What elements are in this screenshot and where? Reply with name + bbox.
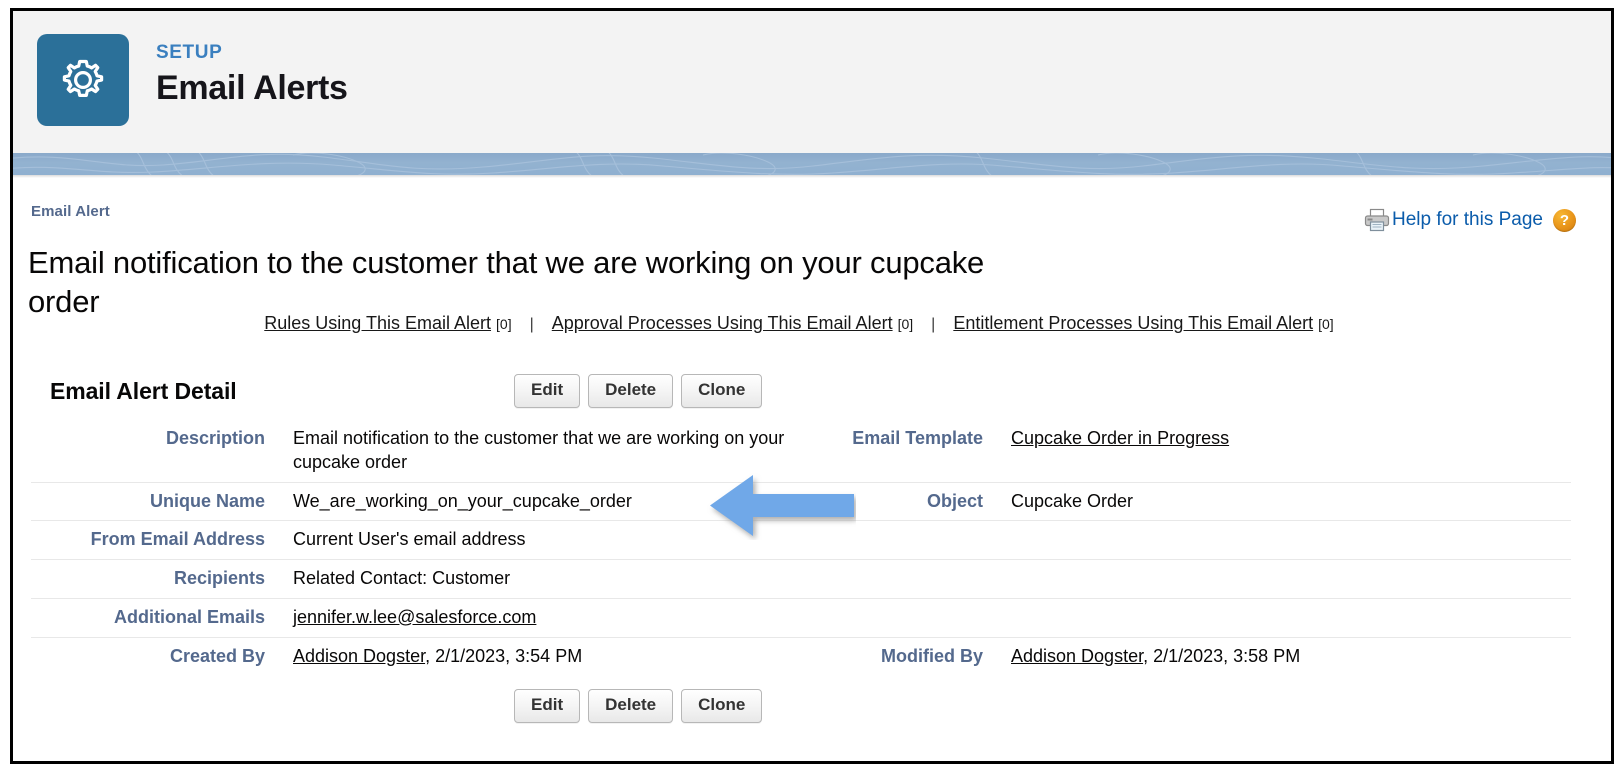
edit-button[interactable]: Edit xyxy=(514,374,581,408)
detail-section-heading: Email Alert Detail xyxy=(50,378,237,404)
field-value: We_are_working_on_your_cupcake_order xyxy=(293,490,632,511)
detail-field-grid: Description Email notification to the cu… xyxy=(31,420,1571,675)
field-created-by: Created By Addison Dogster, 2/1/2023, 3:… xyxy=(31,638,811,676)
field-recipients: Recipients Related Contact: Customer xyxy=(31,560,811,598)
field-label: Object xyxy=(926,490,983,511)
table-row: Additional Emails jennifer.w.lee@salesfo… xyxy=(31,597,1571,637)
gear-icon xyxy=(37,34,129,126)
field-additional-emails: Additional Emails jennifer.w.lee@salesfo… xyxy=(31,599,811,637)
related-link-label[interactable]: Rules Using This Email Alert xyxy=(264,313,491,334)
related-link-entitlement-processes: Entitlement Processes Using This Email A… xyxy=(953,313,1333,334)
clone-button[interactable]: Clone xyxy=(681,689,763,723)
help-badge-icon[interactable]: ? xyxy=(1553,208,1576,232)
field-value: Addison Dogster, 2/1/2023, 3:58 PM xyxy=(1011,645,1300,669)
related-link-approval-processes: Approval Processes Using This Email Aler… xyxy=(552,313,913,334)
table-row: Created By Addison Dogster, 2/1/2023, 3:… xyxy=(31,636,1571,676)
related-link-label[interactable]: Approval Processes Using This Email Aler… xyxy=(552,313,893,334)
link-separator: | xyxy=(529,316,534,333)
delete-button[interactable]: Delete xyxy=(588,374,674,408)
printer-icon[interactable] xyxy=(1364,208,1392,232)
field-label: Description xyxy=(165,428,265,448)
setup-header: SETUP Email Alerts xyxy=(13,11,1611,153)
field-label: Email Template xyxy=(852,428,983,448)
help-for-this-page-link[interactable]: Help for this Page xyxy=(1392,209,1543,231)
table-row: Unique Name We_are_working_on_your_cupca… xyxy=(31,481,1571,521)
related-link-count: [0] xyxy=(897,316,914,332)
table-row: Recipients Related Contact: Customer xyxy=(31,559,1571,598)
screenshot-page: SETUP Email Alerts Email Alert Email not… xyxy=(0,0,1624,772)
setup-header-content: SETUP Email Alerts xyxy=(37,34,348,126)
field-value: Cupcake Order in Progress xyxy=(1011,427,1229,475)
detail-header: Email Alert Detail Edit Delete Clone xyxy=(31,370,1571,418)
modified-by-user-link[interactable]: Addison Dogster xyxy=(1011,646,1143,666)
setup-title-block: SETUP Email Alerts xyxy=(156,34,348,107)
email-alert-detail-section: Email Alert Detail Edit Delete Clone Des… xyxy=(31,370,1571,739)
modified-by-timestamp: , 2/1/2023, 3:58 PM xyxy=(1143,645,1301,666)
help-area: Help for this Page ? xyxy=(1364,208,1576,232)
related-links-row: Rules Using This Email Alert [0] | Appro… xyxy=(0,313,1598,334)
field-empty xyxy=(811,521,1571,559)
field-value: Cupcake Order xyxy=(1011,490,1134,511)
related-link-label[interactable]: Entitlement Processes Using This Email A… xyxy=(953,313,1313,334)
field-empty xyxy=(811,599,1571,637)
field-from-email-address: From Email Address Current User's email … xyxy=(31,521,811,559)
additional-email-link[interactable]: jennifer.w.lee@salesforce.com xyxy=(293,607,536,627)
field-empty xyxy=(811,560,1571,598)
field-label: Modified By xyxy=(881,645,983,666)
related-link-rules: Rules Using This Email Alert [0] xyxy=(264,313,511,334)
detail-actions-bottom-wrap: Edit Delete Clone xyxy=(31,689,1571,739)
frame-bottom-border xyxy=(10,761,1614,764)
card-top-shadow xyxy=(13,175,1611,178)
field-value: Related Contact: Customer xyxy=(293,568,511,588)
field-email-template: Email Template Cupcake Order in Progress xyxy=(811,420,1571,482)
table-row: Description Email notification to the cu… xyxy=(31,420,1571,482)
clone-button[interactable]: Clone xyxy=(681,374,763,408)
field-unique-name: Unique Name We_are_working_on_your_cupca… xyxy=(31,483,811,521)
email-template-link[interactable]: Cupcake Order in Progress xyxy=(1011,428,1229,448)
edit-button[interactable]: Edit xyxy=(514,689,581,723)
field-label: From Email Address xyxy=(90,529,265,550)
link-separator: | xyxy=(931,316,936,333)
field-label: Unique Name xyxy=(149,490,265,511)
field-value: jennifer.w.lee@salesforce.com xyxy=(293,606,536,630)
field-label: Recipients xyxy=(173,568,265,588)
page-title: Email Alerts xyxy=(156,69,348,107)
detail-actions-top: Edit Delete Clone xyxy=(514,374,763,408)
setup-eyebrow: SETUP xyxy=(156,42,223,63)
field-object: Object Cupcake Order xyxy=(811,483,1571,521)
field-label: Created By xyxy=(169,645,265,666)
created-by-timestamp: , 2/1/2023, 3:54 PM xyxy=(425,645,583,666)
related-link-count: [0] xyxy=(496,316,512,332)
table-row: From Email Address Current User's email … xyxy=(31,520,1571,559)
field-label: Additional Emails xyxy=(113,606,265,627)
delete-button[interactable]: Delete xyxy=(588,689,674,723)
field-modified-by: Modified By Addison Dogster, 2/1/2023, 3… xyxy=(811,638,1571,676)
field-value: Current User's email address xyxy=(293,529,526,550)
field-value: Addison Dogster, 2/1/2023, 3:54 PM xyxy=(293,645,582,669)
field-description: Description Email notification to the cu… xyxy=(31,420,811,482)
field-value: Email notification to the customer that … xyxy=(293,428,785,472)
frame-right-border xyxy=(1611,8,1614,764)
record-type-label: Email Alert xyxy=(31,203,110,220)
detail-actions-bottom: Edit Delete Clone xyxy=(514,689,763,723)
record-title: Email notification to the customer that … xyxy=(28,244,985,319)
created-by-user-link[interactable]: Addison Dogster xyxy=(293,646,425,666)
decorative-blue-band xyxy=(13,153,1611,175)
related-link-count: [0] xyxy=(1318,316,1334,332)
